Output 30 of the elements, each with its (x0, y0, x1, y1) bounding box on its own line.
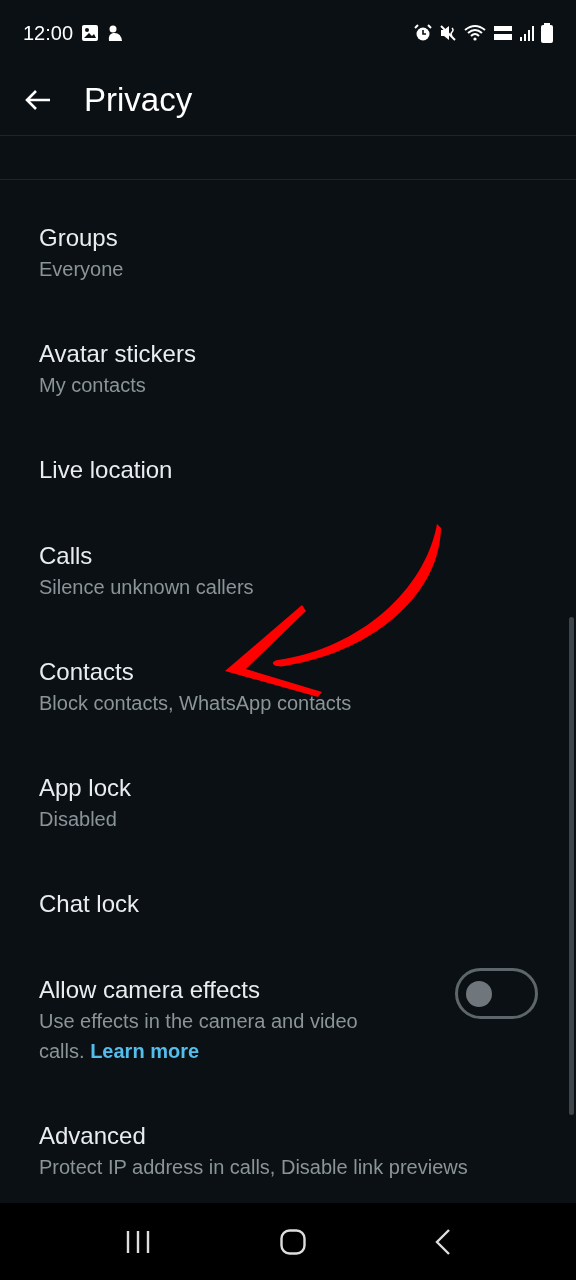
page-title: Privacy (84, 80, 193, 121)
setting-title[interactable]: Calls (39, 540, 538, 572)
image-icon (81, 23, 100, 42)
setting-description: Block contacts, WhatsApp contacts (39, 691, 353, 716)
setting-title[interactable]: Live location (39, 454, 538, 486)
setting-description: Disabled (39, 807, 118, 832)
setting-description: Protect IP address in calls, Disable link previews (39, 1155, 469, 1180)
back-arrow-icon (24, 88, 52, 112)
toggle-switch[interactable] (455, 968, 538, 1019)
status-time: 12:00 (23, 20, 74, 46)
alarm-icon (414, 23, 432, 42)
home-icon[interactable] (280, 1228, 306, 1255)
recent-apps-icon[interactable] (124, 1229, 151, 1254)
mute-icon (439, 23, 457, 42)
setting-title[interactable]: Allow camera effects (39, 974, 455, 1006)
setting-title[interactable]: Advanced (39, 1120, 538, 1152)
setting-title[interactable]: Chat lock (39, 888, 538, 920)
setting-description: My contacts (39, 373, 147, 398)
setting-description: Use effects in the camera and video calls. Learn more (39, 1009, 359, 1064)
back-icon[interactable] (435, 1228, 452, 1255)
signal-icon (520, 24, 534, 41)
setting-title[interactable]: App lock (39, 772, 538, 804)
setting-description: Silence unknown callers (39, 575, 255, 600)
setting-title[interactable]: Contacts (39, 656, 538, 688)
battery-icon (541, 22, 553, 43)
wifi-icon (464, 23, 486, 42)
learn-more-link[interactable]: Learn more (90, 1040, 200, 1062)
setting-description: Everyone (39, 257, 125, 282)
setting-title[interactable]: Avatar stickers (39, 338, 538, 370)
setting-title[interactable]: Groups (39, 222, 538, 254)
